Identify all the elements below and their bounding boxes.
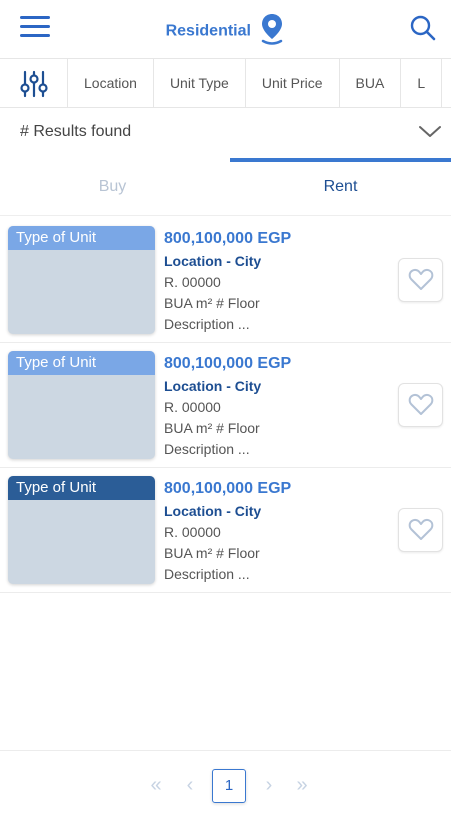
listing-bua-floor: BUA m² # Floor: [164, 295, 260, 311]
listing-bua-floor: BUA m² # Floor: [164, 420, 260, 436]
listing-price: 800,100,000 EGP: [164, 355, 292, 372]
listing-card[interactable]: Type of Unit 800,100,000 EGP Location - …: [0, 343, 451, 468]
favorite-button[interactable]: [398, 383, 443, 427]
listing-card[interactable]: Type of Unit 800,100,000 EGP Location - …: [0, 218, 451, 343]
top-bar: Residential: [0, 0, 451, 58]
listing-bua-floor: BUA m² # Floor: [164, 545, 260, 561]
listing-location: Location - City: [164, 378, 262, 394]
page-title: Residential: [165, 22, 251, 40]
filter-chip-unit-price[interactable]: Unit Price: [246, 59, 340, 107]
listing-price: 800,100,000 EGP: [164, 480, 292, 497]
filter-chip-more[interactable]: L: [401, 59, 443, 107]
filter-button[interactable]: [0, 59, 68, 107]
listing-reference: R. 00000: [164, 399, 221, 415]
listing-reference: R. 00000: [164, 524, 221, 540]
title-area: Residential: [0, 12, 451, 51]
current-page[interactable]: 1: [212, 769, 246, 803]
listing-description: Description ...: [164, 441, 250, 457]
favorite-button[interactable]: [398, 508, 443, 552]
next-page-button[interactable]: ›: [259, 773, 279, 797]
chevron-down-icon[interactable]: [417, 122, 443, 147]
tab-buy[interactable]: Buy: [0, 158, 225, 216]
sliders-icon: [19, 70, 48, 97]
unit-type-tag: Type of Unit: [8, 226, 155, 250]
listing-reference: R. 00000: [164, 274, 221, 290]
last-page-button[interactable]: »: [290, 773, 314, 797]
prev-page-button[interactable]: ‹: [180, 773, 200, 797]
results-summary[interactable]: # Results found: [0, 108, 451, 158]
map-pin-icon[interactable]: [259, 12, 285, 51]
unit-type-tag: Type of Unit: [8, 351, 155, 375]
listing-image[interactable]: Type of Unit: [8, 226, 155, 334]
heart-icon: [408, 518, 433, 540]
listing-location: Location - City: [164, 253, 262, 269]
results-count: # Results found: [20, 123, 132, 140]
listing-location: Location - City: [164, 503, 262, 519]
filter-chip-bua[interactable]: BUA: [340, 59, 402, 107]
filter-chip-location[interactable]: Location: [68, 59, 154, 107]
listing-description: Description ...: [164, 566, 250, 582]
unit-type-tag: Type of Unit: [8, 476, 155, 500]
first-page-button[interactable]: «: [144, 773, 168, 797]
filter-bar: Location Unit Type Unit Price BUA L: [0, 58, 451, 108]
listing-image[interactable]: Type of Unit: [8, 476, 155, 584]
listing-description: Description ...: [164, 316, 250, 332]
favorite-button[interactable]: [398, 258, 443, 302]
listing-image[interactable]: Type of Unit: [8, 351, 155, 459]
buy-rent-tabs: Buy Rent: [0, 158, 451, 216]
pagination: « ‹ 1 › »: [0, 750, 451, 819]
search-icon: [410, 15, 436, 41]
heart-icon: [408, 268, 433, 290]
filter-chip-unit-type[interactable]: Unit Type: [154, 59, 246, 107]
filter-chips: Location Unit Type Unit Price BUA L: [68, 59, 443, 107]
listing-price: 800,100,000 EGP: [164, 230, 292, 247]
search-button[interactable]: [409, 14, 437, 42]
heart-icon: [408, 393, 433, 415]
tab-rent[interactable]: Rent: [230, 158, 451, 216]
listing-card[interactable]: Type of Unit 800,100,000 EGP Location - …: [0, 468, 451, 593]
